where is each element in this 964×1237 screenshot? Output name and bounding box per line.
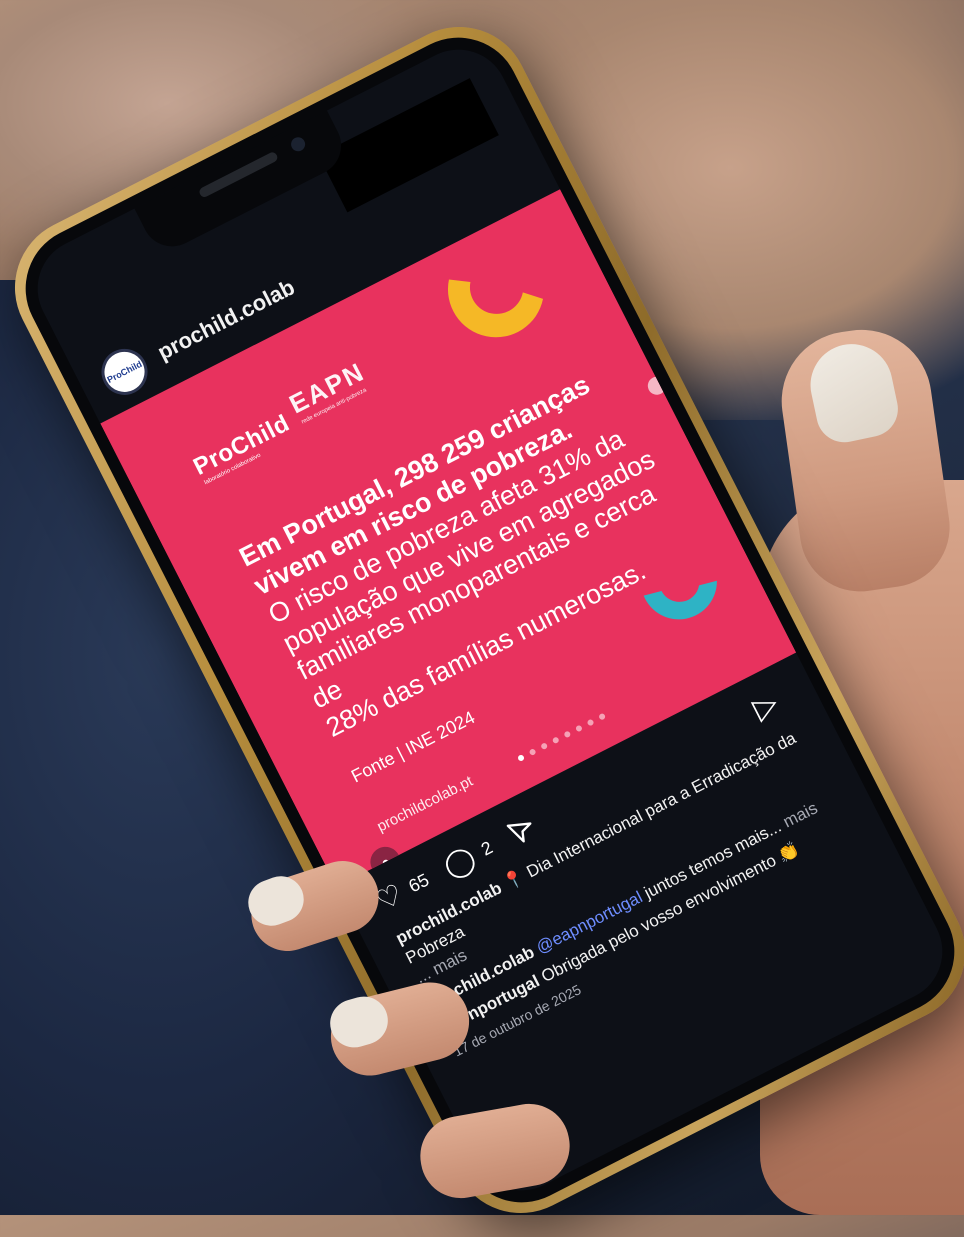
carousel-dot bbox=[516, 753, 526, 762]
carousel-dot bbox=[598, 712, 607, 721]
carousel-dot bbox=[528, 748, 537, 757]
carousel-dots bbox=[516, 712, 607, 762]
carousel-dot bbox=[563, 730, 572, 739]
post-url: prochildcolab.pt bbox=[374, 772, 476, 836]
like-count[interactable]: 65 bbox=[405, 869, 432, 897]
carousel-dot bbox=[574, 724, 583, 733]
clap-emoji-icon: 👏 bbox=[774, 839, 803, 866]
carousel-dot bbox=[586, 718, 595, 727]
comment-count[interactable]: 2 bbox=[478, 837, 496, 860]
share-send-icon[interactable] bbox=[503, 812, 541, 850]
prochild-logo: ProChild bbox=[189, 409, 295, 481]
carousel-dot bbox=[540, 742, 549, 751]
profile-avatar[interactable]: ProChild bbox=[93, 340, 156, 403]
comment-icon[interactable]: ◯ bbox=[438, 841, 480, 883]
carousel-dot bbox=[551, 736, 560, 745]
bookmark-icon[interactable]: ▷ bbox=[747, 685, 784, 727]
pin-icon: 📍 bbox=[500, 866, 528, 894]
